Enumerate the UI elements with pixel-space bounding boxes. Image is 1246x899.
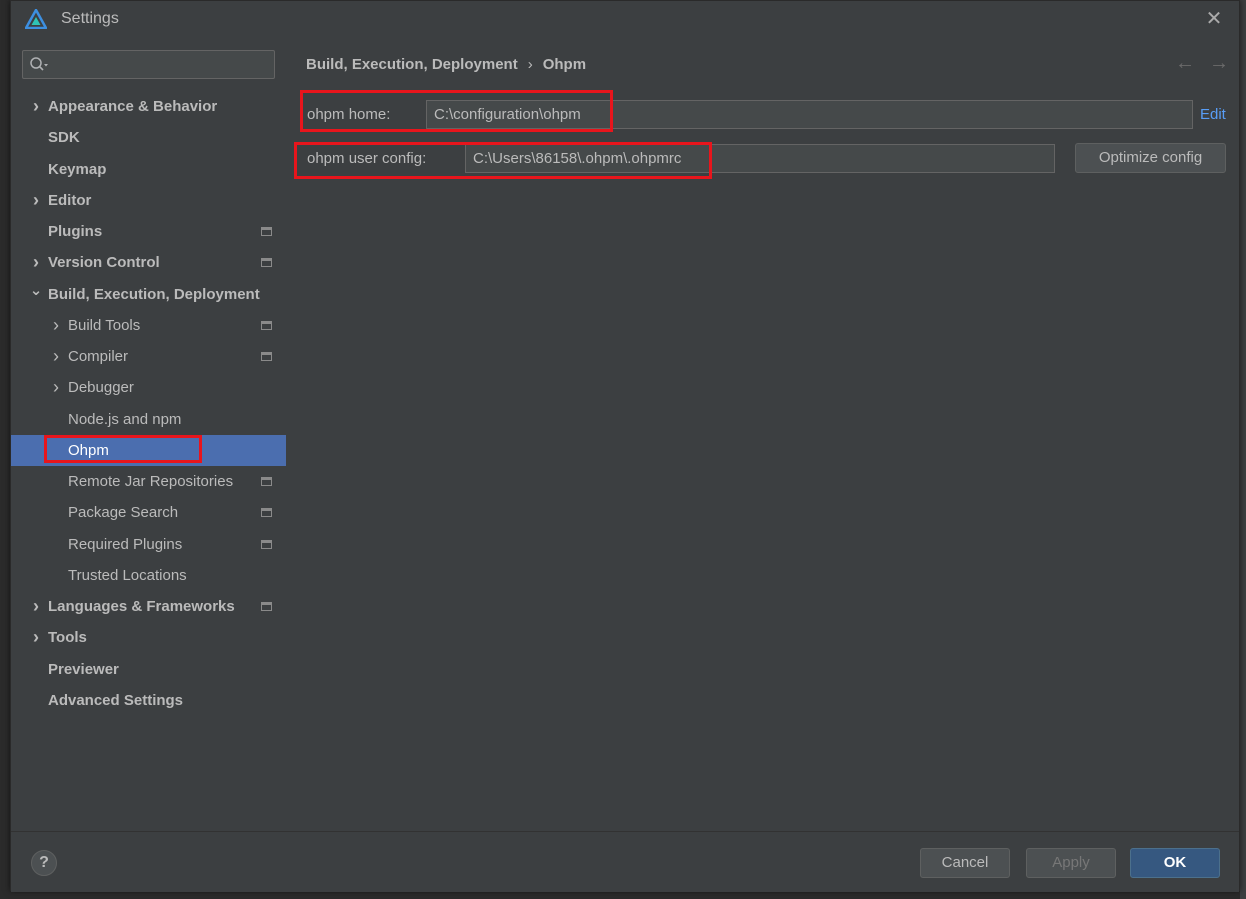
project-scope-icon <box>261 539 272 549</box>
sidebar-item-label: Debugger <box>68 379 134 397</box>
chevron-right-icon[interactable]: › <box>49 341 63 372</box>
chevron-right-icon[interactable]: › <box>29 247 43 278</box>
dialog-footer: ? Cancel Apply OK <box>11 831 1239 892</box>
sidebar-item-keymap[interactable]: Keymap <box>11 154 286 185</box>
project-scope-icon <box>261 258 272 268</box>
optimize-config-button[interactable]: Optimize config <box>1075 143 1226 173</box>
sidebar-item-previewer[interactable]: Previewer <box>11 654 286 685</box>
sidebar-item-package-search[interactable]: Package Search <box>11 497 286 528</box>
nav-arrows: ← → <box>1161 52 1229 75</box>
breadcrumb: Build, Execution, Deployment › Ohpm <box>306 56 586 73</box>
sidebar-item-plugins[interactable]: Plugins <box>11 216 286 247</box>
sidebar-item-trusted-locations[interactable]: Trusted Locations <box>11 560 286 591</box>
close-icon[interactable]: ✕ <box>1203 8 1225 30</box>
sidebar-item-label: Editor <box>48 191 92 209</box>
sidebar-item-label: Version Control <box>48 254 160 272</box>
sidebar-item-label: Languages & Frameworks <box>48 598 235 615</box>
sidebar-item-debugger[interactable]: › Debugger <box>11 372 286 403</box>
sidebar-item-label: Advanced Settings <box>48 691 184 709</box>
sidebar-item-label: Required Plugins <box>68 535 183 553</box>
project-scope-icon <box>261 602 272 611</box>
sidebar-item-label: Node.js and npm <box>68 410 182 428</box>
breadcrumb-current: Ohpm <box>542 56 587 73</box>
sidebar-item-label: Remote Jar Repositories <box>68 473 234 490</box>
project-scope-icon <box>261 227 272 236</box>
ohpm-user-config-label: ohpm user config: <box>307 150 427 167</box>
sidebar-item-label: Previewer <box>48 660 119 678</box>
sidebar-item-required-plugins[interactable]: Required Plugins <box>11 529 286 560</box>
sidebar-item-remote-jar-repositories[interactable]: Remote Jar Repositories <box>11 466 286 497</box>
sidebar-item-label: Ohpm <box>68 441 109 459</box>
settings-sidebar: › Appearance & Behavior SDK Keymap › Editor Pl… <box>11 38 286 831</box>
chevron-right-icon[interactable]: › <box>29 91 43 122</box>
forward-arrow-icon[interactable]: → <box>1209 52 1229 74</box>
back-arrow-icon[interactable]: ← <box>1175 52 1195 74</box>
sidebar-item-advanced-settings[interactable]: Advanced Settings <box>11 685 286 716</box>
sidebar-item-label: Appearance & Behavior <box>48 98 218 115</box>
search-icon <box>30 57 48 71</box>
chevron-right-icon[interactable]: › <box>29 185 43 216</box>
sidebar-item-label: Tools <box>48 629 87 647</box>
sidebar-item-label: SDK <box>48 129 80 147</box>
chevron-right-icon[interactable]: › <box>29 622 43 653</box>
sidebar-item-node-js-and-npm[interactable]: Node.js and npm <box>11 404 286 435</box>
sidebar-item-version-control[interactable]: › Version Control <box>11 247 286 278</box>
settings-content: Build, Execution, Deployment › Ohpm ← → ohp… <box>286 38 1239 831</box>
apply-button[interactable]: Apply <box>1026 848 1116 878</box>
sidebar-item-editor[interactable]: › Editor <box>11 185 286 216</box>
settings-tree: › Appearance & Behavior SDK Keymap › Editor Pl… <box>11 91 286 716</box>
sidebar-item-appearance-behavior[interactable]: › Appearance & Behavior <box>11 91 286 122</box>
sidebar-item-tools[interactable]: › Tools <box>11 622 286 653</box>
settings-dialog: Settings ✕ › Appearance & Behavior SDK Keym… <box>10 0 1240 892</box>
ok-button[interactable]: OK <box>1130 848 1220 878</box>
project-scope-icon <box>261 352 272 361</box>
sidebar-item-languages-frameworks[interactable]: › Languages & Frameworks <box>11 591 286 622</box>
project-scope-icon <box>261 508 272 518</box>
chevron-right-icon[interactable]: › <box>29 591 43 622</box>
sidebar-item-label: Keymap <box>48 160 107 178</box>
sidebar-item-label: Plugins <box>48 223 103 240</box>
app-logo-icon <box>25 9 47 29</box>
sidebar-item-sdk[interactable]: SDK <box>11 122 286 153</box>
search-input[interactable] <box>22 50 275 79</box>
sidebar-item-compiler[interactable]: › Compiler <box>11 341 286 372</box>
chevron-right-icon[interactable]: › <box>49 310 63 341</box>
breadcrumb-parent[interactable]: Build, Execution, Deployment <box>306 56 518 73</box>
help-icon[interactable]: ? <box>31 850 57 876</box>
cancel-button[interactable]: Cancel <box>920 848 1010 878</box>
sidebar-item-label: Build, Execution, Deployment <box>48 285 260 303</box>
sidebar-item-label: Compiler <box>68 348 129 365</box>
project-scope-icon <box>261 477 272 486</box>
ohpm-home-label: ohpm home: <box>307 106 391 123</box>
window-title: Settings <box>61 10 119 27</box>
sidebar-item-build-tools[interactable]: › Build Tools <box>11 310 286 341</box>
title-bar: Settings ✕ <box>11 1 1239 38</box>
chevron-down-icon[interactable]: ⌄ <box>29 279 43 303</box>
ide-background-strip <box>1240 0 1246 899</box>
edit-link[interactable]: Edit <box>1200 106 1226 123</box>
sidebar-item-label: Build Tools <box>68 316 141 334</box>
ohpm-user-config-field[interactable]: C:\Users\86158\.ohpm\.ohpmrc <box>465 144 1055 173</box>
sidebar-item-ohpm[interactable]: Ohpm <box>11 434 286 466</box>
project-scope-icon <box>261 320 272 330</box>
ohpm-home-field[interactable]: C:\configuration\ohpm <box>426 100 1193 129</box>
breadcrumb-separator: › <box>527 56 533 73</box>
sidebar-item-label: Package Search <box>68 504 179 522</box>
sidebar-item-build-execution-deployment[interactable]: ⌄ Build, Execution, Deployment <box>11 279 286 310</box>
chevron-right-icon[interactable]: › <box>49 372 63 403</box>
sidebar-item-label: Trusted Locations <box>68 566 187 584</box>
